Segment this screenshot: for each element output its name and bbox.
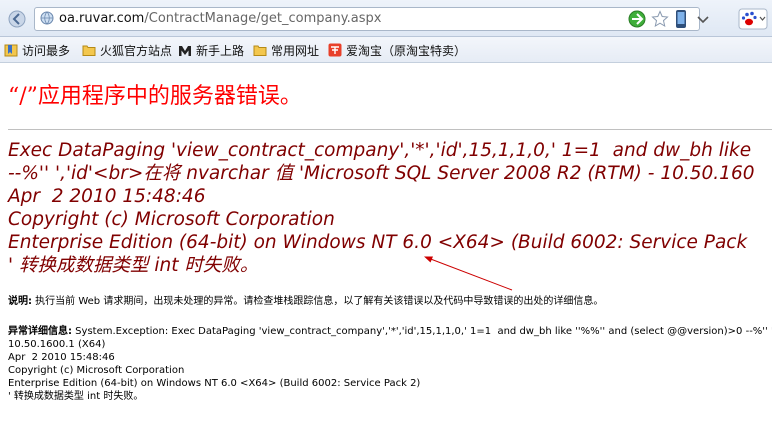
bookmark-star-icon[interactable] <box>651 10 669 28</box>
bookmark-label: 爱淘宝（原淘宝特卖） <box>346 43 467 58</box>
error-message-line: ' 转换成数据类型 int 时失败。 <box>8 255 259 276</box>
error-message-line: Enterprise Edition (64-bit) on Windows N… <box>8 232 748 253</box>
go-icon[interactable] <box>628 10 646 28</box>
bookmark-item-ai-taobao[interactable]: 爱淘宝（原淘宝特卖） <box>328 41 466 59</box>
exception-line: System.Exception: Exec DataPaging 'view_… <box>72 326 772 337</box>
folder-icon <box>82 45 96 56</box>
address-bar[interactable]: oa.ruvar.com/ContractManage/get_company.… <box>34 7 709 31</box>
exception-details: 异常详细信息: System.Exception: Exec DataPagin… <box>8 325 772 403</box>
error-message-line: --%'' ','id'<br>在将 nvarchar 值 'Microsoft… <box>8 163 755 184</box>
m-logo-icon <box>179 46 191 56</box>
bookmark-item-most-visited[interactable]: 访问最多 <box>4 41 70 59</box>
exception-line: ' 转换成数据类型 int 时失败。 <box>8 391 144 402</box>
bookmark-label: 常用网址 <box>271 43 320 58</box>
taobao-icon <box>328 43 342 57</box>
back-arrow-icon[interactable] <box>8 10 26 28</box>
url-text[interactable]: oa.ruvar.com/ContractManage/get_company.… <box>59 11 381 26</box>
bookmark-label: 访问最多 <box>22 43 71 58</box>
error-description: 说明: 执行当前 Web 请求期间，出现未处理的异常。请检查堆栈跟踪信息，以了解… <box>8 295 603 308</box>
error-title: “/”应用程序中的服务器错误。 <box>8 84 302 109</box>
url-host: oa.ruvar.com <box>59 11 145 26</box>
error-message-line: Copyright (c) Microsoft Corporation <box>8 209 335 230</box>
bookmark-item-common-sites[interactable]: 常用网址 <box>253 41 319 59</box>
bookmark-folder-icon <box>4 44 18 57</box>
globe-icon <box>40 11 54 25</box>
bookmark-label: 新手上路 <box>196 43 245 58</box>
exception-line: 10.50.1600.1 (X64) <box>8 339 106 350</box>
exception-line: Copyright (c) Microsoft Corporation <box>8 365 185 376</box>
paw-search-engine-icon[interactable] <box>738 8 768 30</box>
error-message-line: Apr 2 2010 15:48:46 <box>8 186 206 207</box>
bookmark-item-getting-started[interactable]: 新手上路 <box>178 41 244 59</box>
exception-line: Apr 2 2010 15:48:46 <box>8 352 115 363</box>
phone-sync-icon[interactable] <box>674 9 688 29</box>
url-path: /ContractManage/get_company.aspx <box>144 11 382 26</box>
bookmarks-toolbar: 访问最多 火狐官方站点 新手上路 常用网址 爱淘宝（原淘宝特卖） <box>0 37 772 63</box>
browser-toolbar: oa.ruvar.com/ContractManage/get_company.… <box>0 0 772 37</box>
page-content: “/”应用程序中的服务器错误。 Exec DataPaging 'view_co… <box>0 63 772 424</box>
bookmark-item-firefox-official[interactable]: 火狐官方站点 <box>82 41 172 59</box>
folder-icon <box>253 45 267 56</box>
exception-label: 异常详细信息: <box>8 326 72 337</box>
bookmark-label: 火狐官方站点 <box>100 43 173 58</box>
description-text: 执行当前 Web 请求期间，出现未处理的异常。请检查堆栈跟踪信息，以了解有关该错… <box>32 296 604 307</box>
error-message-line: Exec DataPaging 'view_contract_company',… <box>8 140 752 161</box>
exception-line: Enterprise Edition (64-bit) on Windows N… <box>8 378 421 389</box>
description-label: 说明: <box>8 296 32 307</box>
error-message: Exec DataPaging 'view_contract_company',… <box>8 139 772 277</box>
divider <box>8 129 772 130</box>
chevron-down-icon[interactable] <box>692 8 714 30</box>
annotation-arrow-icon <box>424 256 513 291</box>
